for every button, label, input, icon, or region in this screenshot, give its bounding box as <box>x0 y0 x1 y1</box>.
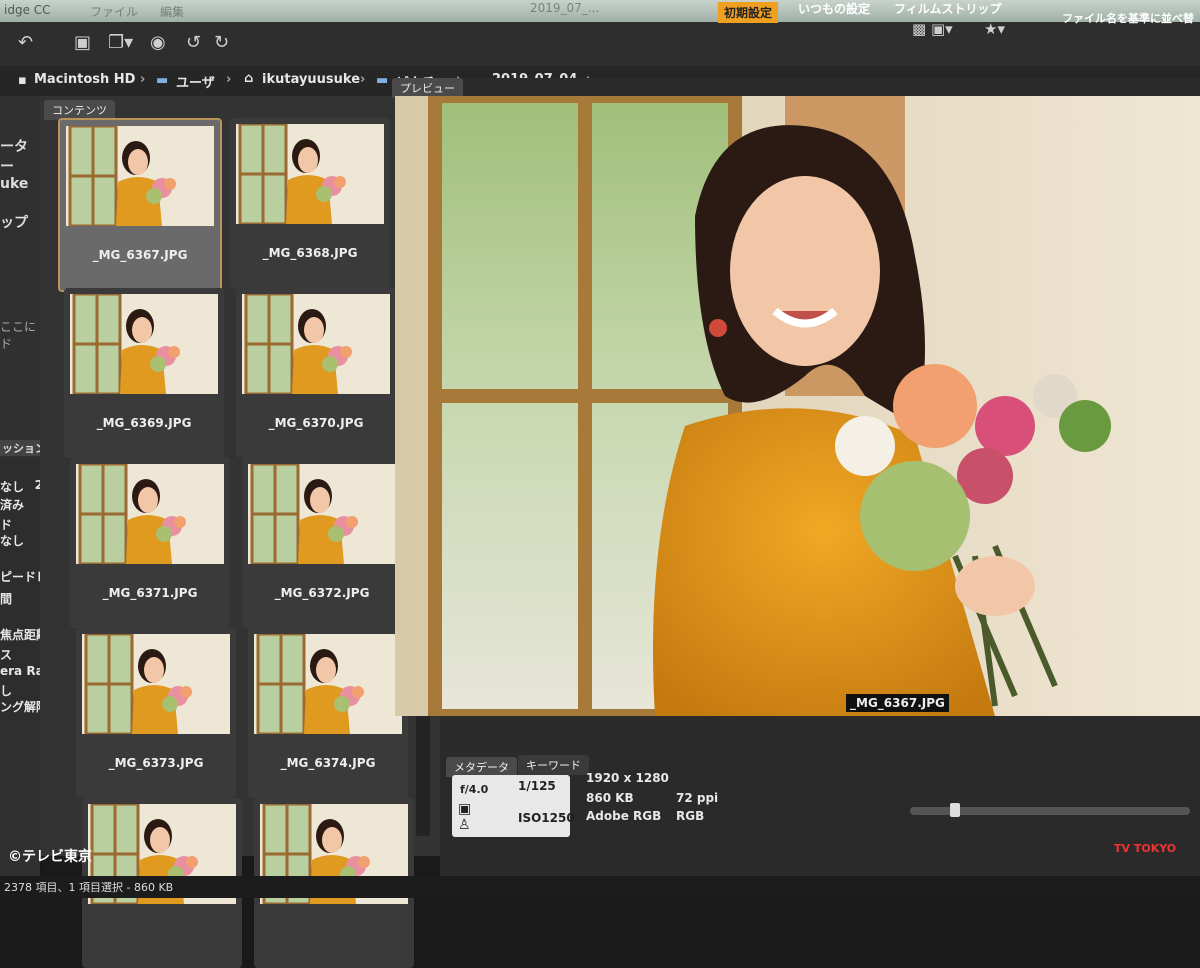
watermark-text: ©テレビ東京 <box>8 849 92 865</box>
favorite-item[interactable]: uke <box>0 176 28 192</box>
thumbnail-filename: _MG_6368.JPG <box>262 246 358 260</box>
preview-filename: _MG_6367.JPG <box>846 694 949 712</box>
thumbnail-item[interactable]: _MG_6370.JPG <box>236 288 396 458</box>
thumbnail-image <box>82 634 230 734</box>
app-title: idge CC <box>4 3 51 17</box>
workspace-current[interactable]: 初期設定 <box>718 2 779 23</box>
stack-icon[interactable]: ❐▾ <box>108 32 133 53</box>
filesize-value: 860 KB <box>586 791 634 805</box>
photo-portrait <box>395 96 1200 716</box>
thumbnail-filename: _MG_6367.JPG <box>92 248 188 262</box>
filter-label: なし <box>0 534 25 548</box>
thumbnail-filename: _MG_6373.JPG <box>108 756 204 770</box>
breadcrumb-item[interactable]: ikutayuusuke <box>262 72 360 87</box>
thumbnail-item[interactable]: _MG_6368.JPG <box>230 118 390 288</box>
thumbnail-filename: _MG_6371.JPG <box>102 586 198 600</box>
thumbnail-item[interactable]: _MG_6367.JPG <box>58 118 222 292</box>
menu-file[interactable]: ファイル <box>90 3 138 20</box>
resolution-value: 72 ppi <box>676 791 719 805</box>
filter-label: し <box>0 684 13 698</box>
thumbnail-image <box>70 294 218 394</box>
rotate-left-icon[interactable]: ↺ <box>186 32 201 53</box>
sort-dropdown[interactable]: ファイル名を基準に並べ替 <box>1062 10 1194 26</box>
favorite-item[interactable]: ーター <box>0 136 40 176</box>
refine-icon[interactable]: ◉ <box>150 32 166 53</box>
chevron-right-icon: › <box>360 72 366 87</box>
filter-label: なし <box>0 480 25 494</box>
status-text: 2378 項目、1 項目選択 - 860 KB <box>4 881 174 894</box>
thumbnail-image <box>66 126 214 226</box>
aperture-value: f/4.0 <box>460 783 489 796</box>
colormode-value: RGB <box>676 809 705 823</box>
thumbnail-item[interactable]: _MG_6369.JPG <box>64 288 224 458</box>
preview-image <box>395 96 1200 716</box>
workspace-item[interactable]: フィルムストリップ <box>894 0 1002 17</box>
status-bar: 2378 項目、1 項目選択 - 860 KB <box>0 876 1200 898</box>
thumbnail-image <box>76 464 224 564</box>
exposure-mode-icon: ♙ <box>458 817 471 833</box>
toolbar: ↶ ▣ ❐▾ ◉ ↺ ↻ 初期設定 いつもの設定 フィルムストリップ ▩ ▣▾ … <box>0 2 1200 67</box>
preview-tab[interactable]: プレビュー <box>392 78 463 98</box>
metadata-tab[interactable]: メタデータ <box>446 757 517 777</box>
star-filter-icon[interactable]: ★▾ <box>984 20 1005 38</box>
filter-label: 間 <box>0 592 13 606</box>
chevron-right-icon: › <box>140 72 146 87</box>
thumbnail-item[interactable]: _MG_6371.JPG <box>70 458 230 628</box>
metadata-panel: メタデータ キーワード f/4.0 1/125 ▣ ♙ ISO1250 1920… <box>440 755 1200 885</box>
filter-label: 済み <box>0 498 25 512</box>
filter-label: ス <box>0 648 13 662</box>
thumbnail-item[interactable]: _MG_6374.JPG <box>248 628 408 798</box>
thumbnail-image <box>254 634 402 734</box>
profile-value: Adobe RGB <box>586 809 662 823</box>
thumbnail-filename: _MG_6372.JPG <box>274 586 370 600</box>
menu-edit[interactable]: 編集 <box>160 3 184 20</box>
content-tab[interactable]: コンテンツ <box>44 100 115 120</box>
camera-info-box: f/4.0 1/125 ▣ ♙ ISO1250 <box>452 775 575 837</box>
thumbnail-image <box>242 294 390 394</box>
rotate-right-icon[interactable]: ↻ <box>214 32 229 53</box>
thumbnail-filename: _MG_6374.JPG <box>280 756 376 770</box>
chevron-right-icon: › <box>226 72 232 87</box>
home-icon: ⌂ <box>244 71 254 86</box>
thumbnail-filename: _MG_6369.JPG <box>96 416 192 430</box>
drop-hint: ここにド <box>0 320 37 351</box>
thumbnail-item[interactable]: _MG_6372.JPG <box>242 458 402 628</box>
iso-value: ISO1250 <box>518 811 575 825</box>
breadcrumb-item[interactable]: ユーザ <box>176 72 215 91</box>
keywords-tab[interactable]: キーワード <box>518 755 589 775</box>
filter-label: ド <box>0 518 13 532</box>
drive-icon: ▪ <box>18 73 27 88</box>
grid-view-icon[interactable]: ▩ ▣▾ <box>912 20 953 38</box>
shutter-value: 1/125 <box>518 779 556 793</box>
favorite-item[interactable]: ップ <box>0 212 28 232</box>
workspace-item[interactable]: いつもの設定 <box>798 0 870 17</box>
dimensions-value: 1920 x 1280 <box>586 771 669 785</box>
content-panel: コンテンツ _MG_6367.JPG _MG_6368.JPG _MG_6369.J… <box>40 96 440 968</box>
back-icon[interactable]: ↶ <box>18 32 33 53</box>
folder-icon: ▬ <box>156 73 169 88</box>
window-path: 2019_07_... <box>530 1 600 15</box>
zoom-slider[interactable] <box>910 803 1190 817</box>
camera-icon[interactable]: ▣ <box>74 32 91 53</box>
thumbnail-image <box>248 464 396 564</box>
thumbnail-image <box>236 124 384 224</box>
tv-logo: TV TOKYO <box>1114 842 1177 855</box>
breadcrumb-item[interactable]: Macintosh HD <box>34 72 135 87</box>
folder-icon: ▬ <box>376 73 389 88</box>
metering-icon: ▣ <box>458 801 472 817</box>
zoom-slider-handle[interactable] <box>950 803 960 817</box>
thumbnail-filename: _MG_6370.JPG <box>268 416 364 430</box>
thumbnail-item[interactable]: _MG_6373.JPG <box>76 628 236 798</box>
